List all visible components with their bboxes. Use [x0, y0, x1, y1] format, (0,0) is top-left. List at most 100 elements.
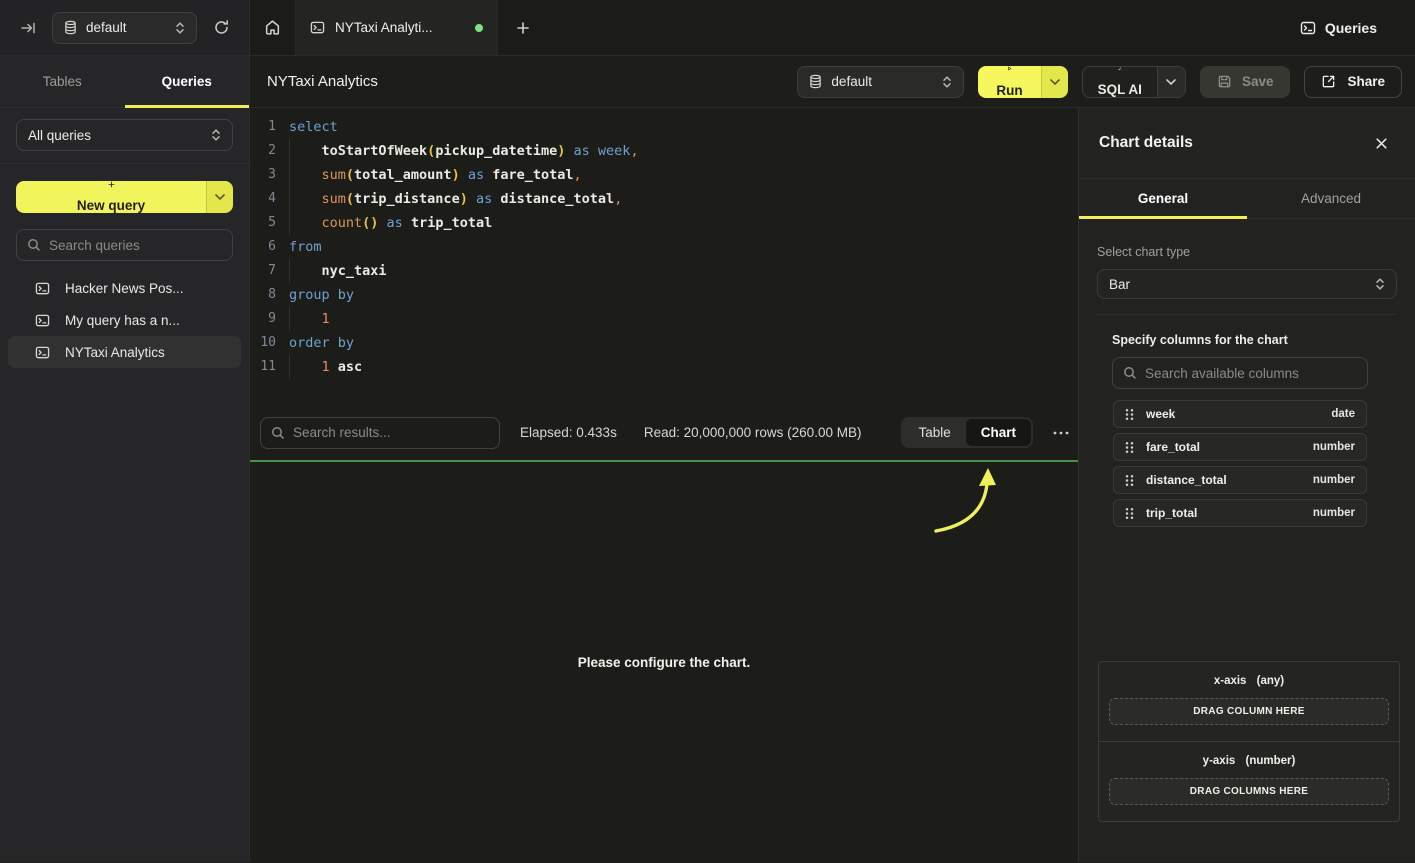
chevron-down-icon	[1050, 79, 1060, 85]
sidebar-tab-tables[interactable]: Tables	[0, 56, 125, 107]
chevron-down-icon	[1166, 79, 1176, 85]
code-token: ,	[630, 143, 638, 159]
sidebar-divider	[0, 163, 249, 164]
close-icon[interactable]	[1375, 137, 1388, 150]
refresh-button[interactable]	[207, 14, 235, 42]
indent-guide	[289, 211, 322, 235]
panel-tab-general[interactable]: General	[1079, 179, 1247, 218]
search-icon	[27, 238, 41, 252]
drag-handle-icon[interactable]	[1125, 441, 1134, 454]
y-axis-drop-zone[interactable]: DRAG COLUMNS HERE	[1109, 778, 1389, 805]
view-tab-table[interactable]: Table	[903, 419, 965, 446]
sparkles-icon	[1112, 67, 1128, 71]
more-options-button[interactable]	[1053, 420, 1069, 446]
code-token: )	[452, 167, 460, 183]
home-button[interactable]	[250, 0, 296, 55]
query-toolbar: NYTaxi Analytics default Run	[250, 56, 1415, 108]
chart-details-panel: Chart details General Advanced Select ch…	[1078, 108, 1415, 862]
run-dropdown[interactable]	[1041, 66, 1068, 98]
query-filter-select[interactable]: All queries	[16, 119, 233, 151]
code-token: count	[322, 215, 363, 231]
x-axis-hint: (any)	[1257, 675, 1284, 687]
query-list-item[interactable]: Hacker News Pos...	[8, 272, 241, 304]
new-query-main[interactable]: New query	[16, 181, 206, 213]
terminal-icon	[310, 20, 325, 35]
code-token: fare_total	[492, 167, 573, 183]
code-line: 91	[250, 307, 1078, 331]
drag-handle-icon[interactable]	[1125, 474, 1134, 487]
new-query-dropdown[interactable]	[206, 181, 233, 213]
columns-label: Specify columns for the chart	[1112, 333, 1397, 347]
sidebar-tab-queries[interactable]: Queries	[125, 56, 250, 107]
column-type: date	[1331, 408, 1355, 420]
code-token: ,	[614, 191, 622, 207]
column-name: fare_total	[1146, 440, 1200, 454]
sql-ai-main[interactable]: SQL AI	[1083, 67, 1157, 97]
sql-editor[interactable]: 1select2toStartOfWeek(pickup_datetime) a…	[250, 108, 1078, 405]
line-number: 5	[250, 211, 276, 235]
chevron-updown-icon	[175, 21, 185, 35]
column-name: week	[1146, 407, 1175, 421]
column-row[interactable]: fare_total number	[1113, 433, 1367, 461]
indent-guide	[289, 163, 322, 187]
column-type: number	[1313, 474, 1355, 486]
sql-ai-button[interactable]: SQL AI	[1082, 66, 1186, 98]
queries-link[interactable]: Queries	[1300, 0, 1377, 55]
code-token: trip_total	[411, 215, 492, 231]
content: NYTaxi Analytics default Run	[250, 56, 1415, 862]
query-search	[16, 229, 233, 261]
drag-handle-icon[interactable]	[1125, 408, 1134, 421]
save-icon	[1217, 74, 1232, 89]
code-line: 4sum(trip_distance) as distance_total,	[250, 187, 1078, 211]
queries-link-label: Queries	[1325, 20, 1377, 36]
toolbar-database-select[interactable]: default	[797, 66, 964, 98]
column-row[interactable]: trip_totalnumber	[1113, 499, 1367, 527]
panel-divider	[1097, 314, 1397, 315]
run-button[interactable]: Run	[978, 66, 1067, 98]
view-tab-chart[interactable]: Chart	[966, 419, 1031, 446]
x-axis-drop-zone[interactable]: DRAG COLUMN HERE	[1109, 698, 1389, 725]
code-line-content: 1	[289, 307, 330, 331]
code-token: nyc_taxi	[322, 263, 387, 279]
column-type: number	[1313, 441, 1355, 453]
column-row[interactable]: distance_totalnumber	[1113, 466, 1367, 494]
axis-config-box: x-axis (any) DRAG COLUMN HERE y-axis (nu…	[1098, 661, 1400, 822]
drag-handle-icon[interactable]	[1125, 507, 1134, 520]
query-list-item[interactable]: NYTaxi Analytics	[8, 336, 241, 368]
code-token: 1	[322, 359, 330, 375]
panel-body: Select chart type Bar Specify columns fo…	[1079, 219, 1415, 527]
query-list: Hacker News Pos...My query has a n...NYT…	[0, 272, 249, 368]
code-token: sum	[322, 167, 346, 183]
query-search-input[interactable]	[16, 229, 233, 261]
sql-ai-dropdown[interactable]	[1157, 67, 1185, 97]
save-button[interactable]: Save	[1200, 66, 1291, 98]
y-axis-label: y-axis	[1203, 755, 1236, 767]
share-button[interactable]: Share	[1304, 66, 1402, 98]
line-number: 1	[250, 115, 276, 139]
code-token	[403, 215, 411, 231]
code-line: 10order by	[250, 331, 1078, 355]
run-button-main[interactable]: Run	[978, 66, 1040, 98]
query-list-item[interactable]: My query has a n...	[8, 304, 241, 336]
code-line-content: sum(trip_distance) as distance_total,	[289, 187, 622, 211]
code-line: 3sum(total_amount) as fare_total,	[250, 163, 1078, 187]
topbar-database-select[interactable]: default	[52, 12, 197, 44]
new-query-label: New query	[77, 198, 145, 213]
new-query-button[interactable]: New query	[16, 181, 233, 213]
chart-type-select[interactable]: Bar	[1097, 269, 1397, 299]
tab-nytaxi-analytics[interactable]: NYTaxi Analyti...	[296, 0, 498, 55]
panel-tab-advanced[interactable]: Advanced	[1247, 179, 1415, 218]
columns-search-input[interactable]	[1112, 357, 1368, 389]
new-tab-button[interactable]	[498, 0, 548, 55]
play-icon	[1003, 66, 1016, 71]
column-row[interactable]: week date	[1113, 400, 1367, 428]
topbar-database-value: default	[86, 20, 127, 35]
terminal-icon	[1300, 20, 1316, 36]
search-icon	[1123, 366, 1137, 380]
save-label: Save	[1242, 74, 1274, 89]
topbar-spacer	[548, 0, 1300, 55]
terminal-icon	[35, 313, 50, 328]
topbar-left: default	[0, 0, 250, 55]
collapse-sidebar-button[interactable]	[14, 14, 42, 42]
results-search-input[interactable]	[260, 417, 500, 449]
